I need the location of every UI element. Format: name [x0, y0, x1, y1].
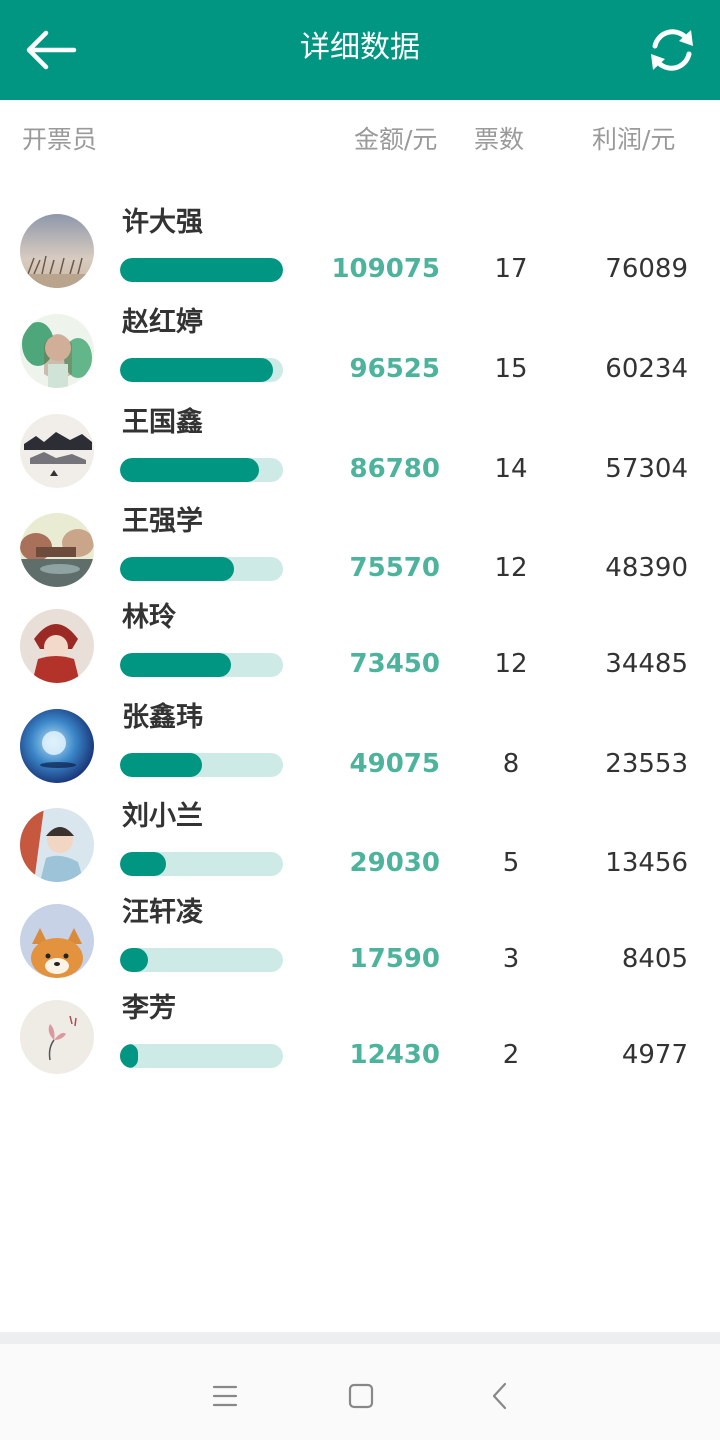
- tickets-value: 15: [494, 354, 528, 384]
- profit-value: 34485: [605, 649, 688, 679]
- amount-value: 29030: [349, 848, 440, 878]
- nav-home-button[interactable]: [341, 1376, 381, 1416]
- amount-bar: [120, 1044, 283, 1068]
- amount-bar-fill: [120, 358, 274, 382]
- seller-name: 王国鑫: [122, 407, 203, 438]
- seller-name: 李芳: [122, 993, 176, 1024]
- amount-bar-fill: [120, 852, 166, 876]
- seller-row[interactable]: 许大强 109075 17 76089: [0, 206, 720, 306]
- seller-row[interactable]: 赵红婷 96525 15 60234: [0, 306, 720, 406]
- app-header: 详细数据: [0, 0, 720, 100]
- seller-row[interactable]: 王国鑫 86780 14 57304: [0, 406, 720, 506]
- seller-name: 许大强: [122, 207, 203, 238]
- seller-name: 张鑫玮: [122, 702, 203, 733]
- nav-menu-button[interactable]: [205, 1376, 245, 1416]
- avatar-girl-illustration: [20, 314, 94, 388]
- avatar-lotus-sketch: [20, 1000, 94, 1074]
- refresh-button[interactable]: [646, 24, 698, 76]
- profit-value: 4977: [621, 1040, 688, 1070]
- amount-bar-fill: [120, 258, 283, 282]
- profit-value: 13456: [605, 848, 688, 878]
- profit-value: 23553: [605, 749, 688, 779]
- avatar: [20, 513, 94, 587]
- column-header-amount[interactable]: 金额/元: [354, 122, 437, 158]
- tickets-value: 14: [494, 454, 528, 484]
- avatar: [20, 609, 94, 683]
- tickets-value: 5: [502, 848, 520, 878]
- amount-bar-fill: [120, 948, 148, 972]
- seller-name: 赵红婷: [122, 307, 203, 338]
- profit-value: 57304: [605, 454, 688, 484]
- seller-row[interactable]: 王强学 75570 12 48390: [0, 505, 720, 605]
- amount-value: 96525: [349, 354, 440, 384]
- amount-bar-fill: [120, 458, 259, 482]
- amount-bar-fill: [120, 1044, 138, 1068]
- avatar: [20, 709, 94, 783]
- avatar: [20, 414, 94, 488]
- amount-bar-fill: [120, 557, 235, 581]
- profit-value: 8405: [621, 944, 688, 974]
- seller-name: 林玲: [122, 602, 176, 633]
- avatar-boy-portrait: [20, 808, 94, 882]
- amount-value: 17590: [349, 944, 440, 974]
- avatar-opera-portrait: [20, 609, 94, 683]
- home-square-icon: [348, 1383, 374, 1409]
- page-title: 详细数据: [300, 30, 420, 65]
- avatar: [20, 1000, 94, 1074]
- amount-value: 86780: [349, 454, 440, 484]
- amount-bar: [120, 852, 283, 876]
- seller-row[interactable]: 林玲 73450 12 34485: [0, 601, 720, 701]
- system-nav-bar: [0, 1332, 720, 1440]
- tickets-value: 8: [502, 749, 520, 779]
- amount-value: 109075: [331, 254, 440, 284]
- refresh-icon: [651, 29, 693, 71]
- column-header-tickets[interactable]: 票数: [474, 122, 524, 158]
- avatar-shiba-dog: [20, 904, 94, 978]
- column-header-profit[interactable]: 利润/元: [592, 122, 675, 158]
- seller-row[interactable]: 李芳 12430 2 4977: [0, 992, 720, 1092]
- avatar-garden-scene: [20, 513, 94, 587]
- amount-bar: [120, 557, 283, 581]
- amount-bar: [120, 458, 283, 482]
- seller-name: 汪轩凌: [122, 897, 203, 928]
- avatar: [20, 314, 94, 388]
- column-header-seller: 开票员: [22, 125, 98, 154]
- tickets-value: 2: [502, 1040, 520, 1070]
- tickets-value: 12: [494, 553, 528, 583]
- chevron-left-icon: [492, 1382, 507, 1410]
- avatar: [20, 214, 94, 288]
- avatar: [20, 904, 94, 978]
- seller-row[interactable]: 汪轩凌 17590 3 8405: [0, 896, 720, 996]
- profit-value: 48390: [605, 553, 688, 583]
- tickets-value: 17: [494, 254, 528, 284]
- avatar-ink-painting: [20, 414, 94, 488]
- profit-value: 60234: [605, 354, 688, 384]
- amount-bar: [120, 753, 283, 777]
- avatar-landscape-image: [20, 214, 94, 288]
- amount-bar: [120, 948, 283, 972]
- amount-bar: [120, 653, 283, 677]
- amount-bar-fill: [120, 653, 231, 677]
- amount-bar: [120, 258, 283, 282]
- amount-value: 75570: [349, 553, 440, 583]
- seller-row[interactable]: 刘小兰 29030 5 13456: [0, 800, 720, 900]
- profit-value: 76089: [605, 254, 688, 284]
- avatar: [20, 808, 94, 882]
- seller-name: 刘小兰: [122, 801, 203, 832]
- menu-icon: [212, 1385, 238, 1407]
- amount-bar: [120, 358, 283, 382]
- amount-value: 12430: [349, 1040, 440, 1070]
- amount-bar-fill: [120, 753, 202, 777]
- tickets-value: 3: [502, 944, 520, 974]
- nav-back-button[interactable]: [480, 1376, 520, 1416]
- tickets-value: 12: [494, 649, 528, 679]
- amount-value: 49075: [349, 749, 440, 779]
- amount-value: 73450: [349, 649, 440, 679]
- seller-name: 王强学: [122, 506, 203, 537]
- seller-row[interactable]: 张鑫玮 49075 8 23553: [0, 701, 720, 801]
- avatar-moon-night: [20, 709, 94, 783]
